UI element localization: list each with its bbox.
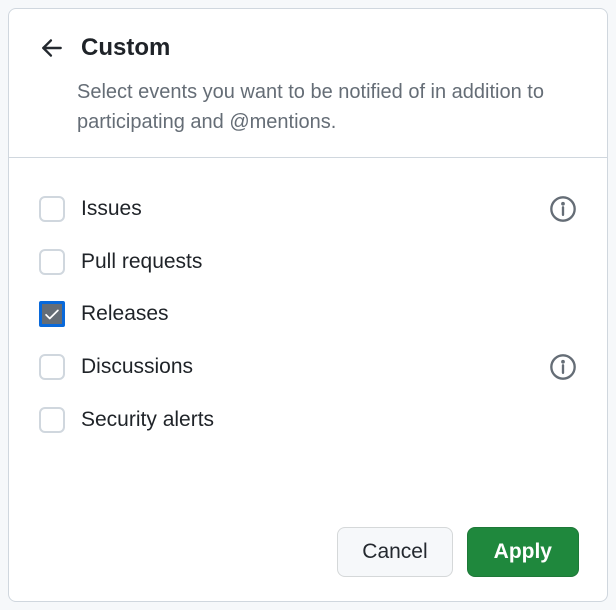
checkbox-releases[interactable] [39, 301, 65, 327]
option-row-pull-requests: Pull requests [39, 236, 577, 288]
header-top: Custom [37, 33, 579, 63]
option-label: Security alerts [81, 408, 214, 432]
option-row-security-alerts: Security alerts [39, 394, 577, 446]
back-button[interactable] [37, 33, 67, 63]
dialog-title: Custom [81, 34, 170, 62]
checkbox-pull-requests[interactable] [39, 249, 65, 275]
dialog-subtitle: Select events you want to be notified of… [37, 77, 579, 137]
option-label: Pull requests [81, 250, 202, 274]
option-row-issues: Issues [39, 182, 577, 236]
option-row-discussions: Discussions [39, 340, 577, 394]
option-left: Issues [39, 196, 142, 222]
option-left: Discussions [39, 354, 193, 380]
arrow-left-icon [39, 35, 65, 61]
option-label: Discussions [81, 355, 193, 379]
info-icon[interactable] [549, 195, 577, 223]
option-label: Releases [81, 302, 169, 326]
dialog-body: Issues Pull requests Releases [9, 158, 607, 519]
checkbox-security-alerts[interactable] [39, 407, 65, 433]
custom-notifications-dialog: Custom Select events you want to be noti… [8, 8, 608, 602]
apply-button[interactable]: Apply [467, 527, 579, 577]
cancel-button[interactable]: Cancel [337, 527, 452, 577]
option-left: Pull requests [39, 249, 202, 275]
option-row-releases: Releases [39, 288, 577, 340]
info-icon[interactable] [549, 353, 577, 381]
option-left: Security alerts [39, 407, 214, 433]
option-left: Releases [39, 301, 169, 327]
dialog-footer: Cancel Apply [9, 519, 607, 601]
checkbox-issues[interactable] [39, 196, 65, 222]
checkbox-discussions[interactable] [39, 354, 65, 380]
dialog-header: Custom Select events you want to be noti… [9, 9, 607, 158]
option-label: Issues [81, 197, 142, 221]
